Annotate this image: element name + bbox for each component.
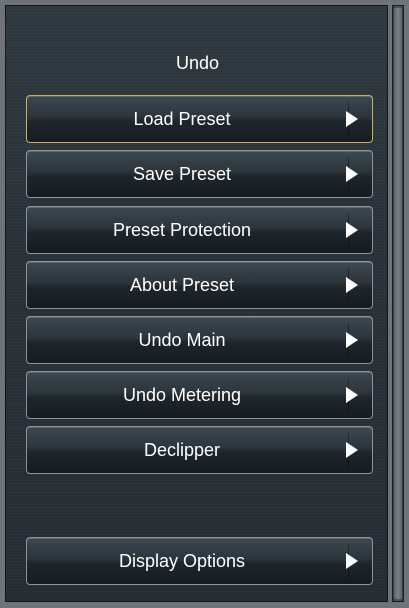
undo-main-button[interactable]: Undo Main xyxy=(26,316,373,364)
preset-protection-button[interactable]: Preset Protection xyxy=(26,206,373,254)
menu-item-label: Undo Main xyxy=(138,330,226,350)
menu-item-label: Preset Protection xyxy=(112,220,252,240)
chevron-right-icon xyxy=(346,332,358,348)
chevron-right-icon xyxy=(346,222,358,238)
scrollbar-thumb[interactable] xyxy=(394,8,402,599)
vertical-scrollbar[interactable] xyxy=(392,5,404,602)
chevron-right-icon xyxy=(346,111,358,127)
menu-item-label: Save Preset xyxy=(132,164,232,184)
save-preset-button[interactable]: Save Preset xyxy=(26,150,373,198)
chevron-right-icon xyxy=(346,553,358,569)
undo-metering-button[interactable]: Undo Metering xyxy=(26,371,373,419)
declipper-button[interactable]: Declipper xyxy=(26,426,373,474)
chevron-right-icon xyxy=(346,442,358,458)
display-options-button[interactable]: Display Options xyxy=(26,537,373,585)
menu-item-label: Load Preset xyxy=(133,109,231,129)
chevron-right-icon xyxy=(346,277,358,293)
menu-item-label: Declipper xyxy=(143,440,221,460)
load-preset-button[interactable]: Load Preset xyxy=(26,95,373,143)
menu-item-label: Display Options xyxy=(118,551,246,571)
chevron-right-icon xyxy=(346,166,358,182)
about-preset-button[interactable]: About Preset xyxy=(26,261,373,309)
panel-title: Undo xyxy=(175,53,220,73)
chevron-right-icon xyxy=(346,387,358,403)
menu-item-label: Undo Metering xyxy=(122,385,242,405)
menu-panel: Undo Load Preset Save Preset Preset Prot… xyxy=(5,5,388,602)
menu-item-label: About Preset xyxy=(129,275,235,295)
